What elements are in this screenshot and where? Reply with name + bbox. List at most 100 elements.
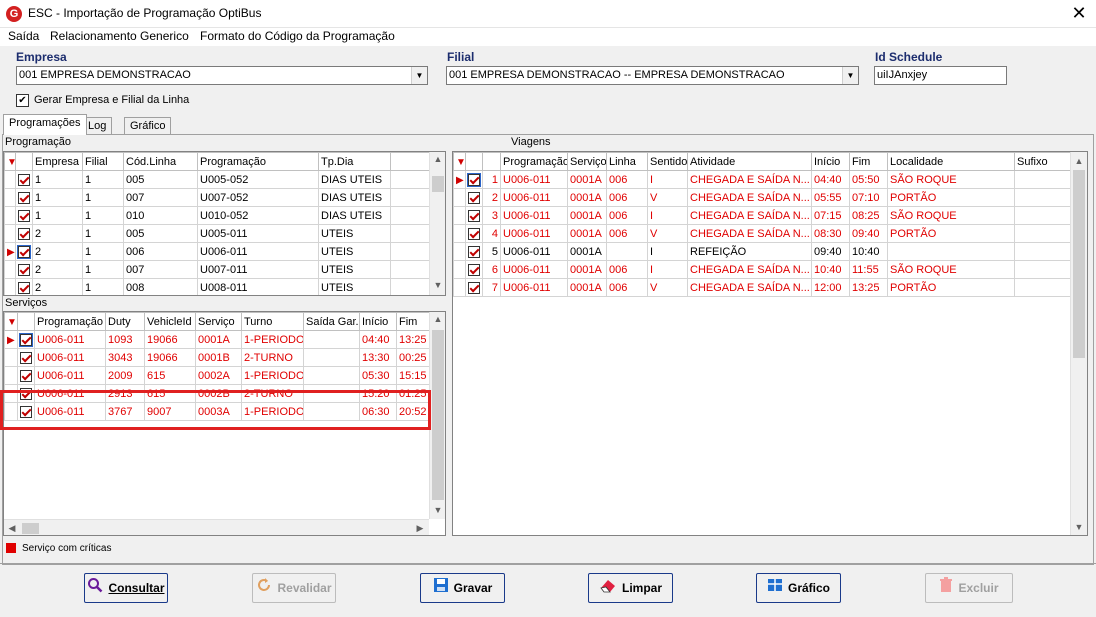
- table-row[interactable]: ▶ 2 1 006 U006-011 UTEIS: [4, 242, 433, 261]
- checkbox-checked-icon[interactable]: [18, 209, 30, 222]
- checkbox-checked-icon[interactable]: [18, 263, 30, 276]
- checkbox-checked-icon[interactable]: [20, 369, 32, 382]
- grafico-button[interactable]: Gráfico: [756, 573, 841, 603]
- table-row[interactable]: ▶ 1 U006-011 0001A 006 I CHEGADA E SAÍDA N... 0…: [453, 170, 1071, 189]
- column-header[interactable]: Início: [811, 152, 850, 171]
- row-checkbox[interactable]: [465, 206, 483, 225]
- gerar-checkbox[interactable]: ✔: [16, 94, 29, 107]
- column-header[interactable]: Fim: [396, 312, 430, 331]
- consultar-button[interactable]: Consultar: [84, 573, 168, 603]
- table-row[interactable]: 7 U006-011 0001A 006 V CHEGADA E SAÍDA N... 12…: [453, 278, 1071, 297]
- menu-saida[interactable]: Saída: [8, 29, 39, 43]
- table-row[interactable]: 4 U006-011 0001A 006 V CHEGADA E SAÍDA N... 08…: [453, 224, 1071, 243]
- column-header[interactable]: Sufixo: [1014, 152, 1071, 171]
- filial-select[interactable]: 001 EMPRESA DEMONSTRACAO -- EMPRESA DEMO…: [446, 66, 859, 85]
- checkbox-checked-icon[interactable]: [468, 263, 480, 276]
- checkbox-checked-icon[interactable]: [20, 351, 32, 364]
- column-header[interactable]: Sentido: [647, 152, 688, 171]
- table-row[interactable]: 2 1 007 U007-011 UTEIS: [4, 260, 433, 279]
- row-checkbox[interactable]: [15, 206, 33, 225]
- scroll-up-icon[interactable]: ▲: [430, 314, 445, 324]
- scroll-down-icon[interactable]: ▼: [1071, 522, 1087, 532]
- row-checkbox[interactable]: [15, 170, 33, 189]
- row-checkbox[interactable]: [465, 170, 483, 189]
- id-schedule-input[interactable]: uiIJAnxjey: [874, 66, 1007, 85]
- table-row[interactable]: U006-011 3043 19066 0001B 2-TURNO 13:30 00:25: [4, 348, 430, 367]
- checkbox-checked-icon[interactable]: [18, 227, 30, 240]
- row-checkbox[interactable]: [17, 366, 35, 385]
- chevron-down-icon[interactable]: ▼: [842, 67, 858, 84]
- checkbox-checked-icon[interactable]: [19, 332, 33, 347]
- column-header[interactable]: VehicleId: [144, 312, 196, 331]
- scroll-left-icon[interactable]: ◀: [6, 523, 18, 534]
- checkbox-checked-icon[interactable]: [17, 244, 31, 259]
- table-row[interactable]: U006-011 3767 9007 0003A 1-PERIODO 06:30 20:52: [4, 402, 430, 421]
- checkbox-checked-icon[interactable]: [20, 387, 32, 400]
- column-header[interactable]: Cód.Linha: [123, 152, 198, 171]
- table-row[interactable]: 2 1 005 U005-011 UTEIS: [4, 224, 433, 243]
- menu-relacionamento[interactable]: Relacionamento Generico: [50, 29, 189, 43]
- menu-formato[interactable]: Formato do Código da Programação: [200, 29, 395, 43]
- row-checkbox[interactable]: [15, 278, 33, 295]
- table-row[interactable]: 2 1 008 U008-011 UTEIS: [4, 278, 433, 295]
- column-header[interactable]: Serviço: [567, 152, 607, 171]
- row-checkbox[interactable]: [465, 188, 483, 207]
- revalidar-button[interactable]: Revalidar: [252, 573, 336, 603]
- close-icon[interactable]: ✕: [1066, 2, 1092, 24]
- scroll-down-icon[interactable]: ▼: [430, 505, 445, 515]
- column-header[interactable]: Saída Gar.: [303, 312, 360, 331]
- scroll-thumb[interactable]: [22, 523, 39, 534]
- row-checkbox[interactable]: [17, 384, 35, 403]
- row-checkbox[interactable]: [465, 242, 483, 261]
- table-row[interactable]: U006-011 2009 615 0002A 1-PERIODO 05:30 15:15: [4, 366, 430, 385]
- row-checkbox[interactable]: [17, 402, 35, 421]
- excluir-button[interactable]: Excluir: [925, 573, 1013, 603]
- servicos-grid[interactable]: ▼ Programação Duty VehicleId Serviço Tur…: [3, 311, 446, 536]
- limpar-button[interactable]: Limpar: [588, 573, 673, 603]
- table-row[interactable]: 1 1 007 U007-052 DIAS UTEIS: [4, 188, 433, 207]
- scroll-right-icon[interactable]: ▶: [414, 523, 426, 534]
- column-header[interactable]: Filial: [82, 152, 124, 171]
- scroll-down-icon[interactable]: ▼: [430, 280, 445, 290]
- checkbox-checked-icon[interactable]: [468, 227, 480, 240]
- scroll-up-icon[interactable]: ▲: [1071, 156, 1087, 166]
- table-row[interactable]: 5 U006-011 0001A I REFEIÇÃO 09:40 10:40: [453, 242, 1071, 261]
- scroll-up-icon[interactable]: ▲: [430, 154, 445, 164]
- table-row[interactable]: 1 1 005 U005-052 DIAS UTEIS: [4, 170, 433, 189]
- column-header[interactable]: Programação: [197, 152, 319, 171]
- checkbox-checked-icon[interactable]: [468, 209, 480, 222]
- table-row[interactable]: 1 1 010 U010-052 DIAS UTEIS: [4, 206, 433, 225]
- row-checkbox[interactable]: [15, 188, 33, 207]
- scroll-thumb[interactable]: [432, 176, 444, 192]
- programacao-grid[interactable]: ▼ Empresa Filial Cód.Linha Programação T…: [3, 151, 446, 296]
- column-header[interactable]: Fim: [849, 152, 888, 171]
- checkbox-checked-icon[interactable]: [468, 191, 480, 204]
- servicos-hscroll[interactable]: ◀ ▶: [4, 519, 429, 535]
- tab-grafico[interactable]: Gráfico: [124, 117, 172, 135]
- scroll-thumb[interactable]: [432, 330, 444, 500]
- checkbox-checked-icon[interactable]: [468, 245, 480, 258]
- column-header[interactable]: Localidade: [887, 152, 1015, 171]
- column-header[interactable]: Programação: [34, 312, 106, 331]
- row-checkbox[interactable]: [17, 348, 35, 367]
- tab-programacoes[interactable]: Programações: [3, 114, 87, 135]
- table-row[interactable]: 3 U006-011 0001A 006 I CHEGADA E SAÍDA N... 07…: [453, 206, 1071, 225]
- column-header[interactable]: Duty: [105, 312, 145, 331]
- tab-log[interactable]: Log: [82, 117, 113, 135]
- column-header[interactable]: Tp.Dia: [318, 152, 391, 171]
- row-checkbox[interactable]: [465, 260, 483, 279]
- column-header[interactable]: Programação: [500, 152, 568, 171]
- row-checkbox[interactable]: [15, 242, 33, 261]
- programacao-vscroll[interactable]: ▲ ▼: [429, 152, 445, 295]
- row-checkbox[interactable]: [465, 224, 483, 243]
- table-row[interactable]: 2 U006-011 0001A 006 V CHEGADA E SAÍDA N... 05…: [453, 188, 1071, 207]
- column-header[interactable]: Início: [359, 312, 397, 331]
- scroll-thumb[interactable]: [1073, 170, 1085, 358]
- viagens-vscroll[interactable]: ▲ ▼: [1070, 152, 1087, 535]
- row-checkbox[interactable]: [15, 260, 33, 279]
- empresa-select[interactable]: 001 EMPRESA DEMONSTRACAO ▼: [16, 66, 428, 85]
- servicos-vscroll[interactable]: ▲ ▼: [429, 312, 445, 519]
- chevron-down-icon[interactable]: ▼: [411, 67, 427, 84]
- column-header[interactable]: Serviço: [195, 312, 242, 331]
- table-row[interactable]: 6 U006-011 0001A 006 I CHEGADA E SAÍDA N... 10…: [453, 260, 1071, 279]
